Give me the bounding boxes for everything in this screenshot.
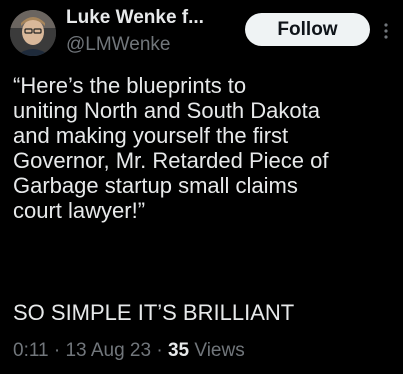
tweet-meta: 0:11 · 13 Aug 23 · 35 Views xyxy=(13,340,245,362)
more-vertical-icon[interactable] xyxy=(383,22,389,40)
author-handle[interactable]: @LMWenke xyxy=(66,34,170,56)
meta-separator: · xyxy=(156,340,163,361)
tweet-text-second-paragraph: SO SIMPLE IT’S BRILLIANT xyxy=(13,300,295,325)
views-label: Views xyxy=(194,340,245,361)
views-count: 35 xyxy=(167,340,190,361)
avatar[interactable] xyxy=(10,10,56,56)
tweet-text: “Here’s the blueprints to uniting North … xyxy=(13,73,329,223)
tweet-date[interactable]: 13 Aug 23 xyxy=(65,340,151,361)
follow-button[interactable]: Follow xyxy=(245,13,370,46)
tweet-card: Luke Wenke f... @LMWenke Follow “Here’s … xyxy=(0,0,403,374)
tweet-time[interactable]: 0:11 xyxy=(13,340,49,361)
author-name[interactable]: Luke Wenke f... xyxy=(66,7,204,29)
meta-separator: · xyxy=(53,340,61,361)
